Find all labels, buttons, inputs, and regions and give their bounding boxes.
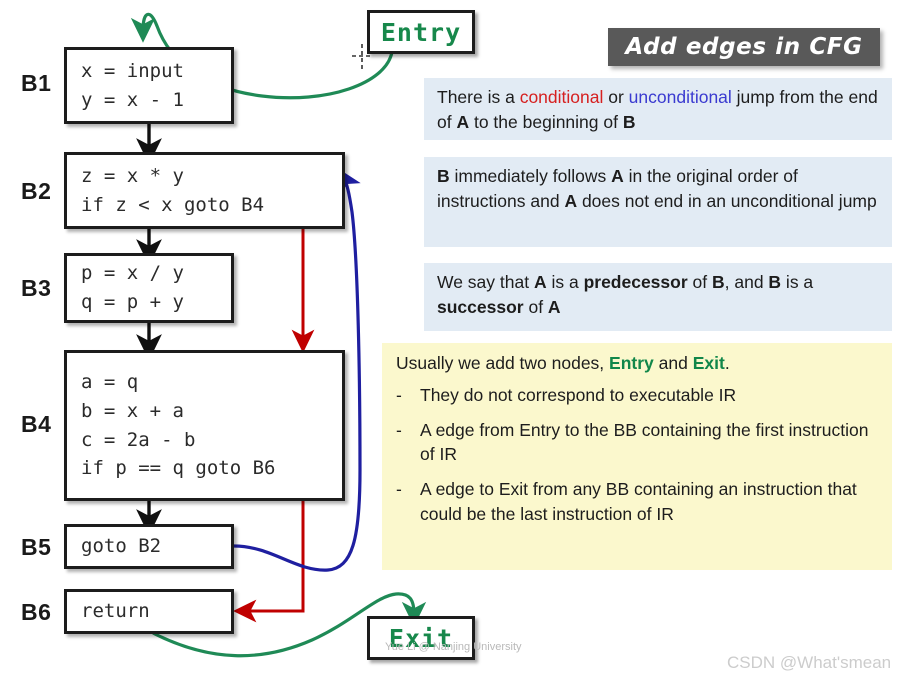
note-bullet-1-marker: -: [396, 385, 402, 405]
bb-b5-line-1: goto B2: [81, 535, 162, 558]
bb-label-b6: B6: [21, 599, 52, 625]
slide-canvas: B1 B2 B3 B4 B5 B6 x = input y = x - 1 z …: [0, 0, 902, 680]
bb-b4-line-1: a = q: [81, 370, 139, 393]
edge-b4-to-b6: [232, 500, 305, 623]
bb-b2-line-1: z = x * y: [81, 164, 184, 187]
basic-block-b1[interactable]: x = input y = x - 1: [64, 47, 234, 124]
cfg-entry-node-label: Entry: [380, 17, 462, 47]
note-bullet-2: - A edge from Entry to the BB containing…: [396, 418, 878, 466]
slide-title-bar: Add edges in CFG: [608, 28, 880, 66]
slide-title: Add edges in CFG: [625, 34, 863, 60]
bb-b4-line-3: c = 2a - b: [81, 428, 196, 451]
bb-label-b4: B4: [21, 411, 52, 437]
note-bullet-1: - They do not correspond to executable I…: [396, 383, 878, 407]
bb-b4-line-4: if p == q goto B6: [81, 457, 276, 480]
bb-b4-line-2: b = x + a: [81, 399, 184, 422]
basic-block-b4[interactable]: a = q b = x + a c = 2a - b if p == q got…: [64, 350, 345, 501]
bb-label-b3: B3: [21, 275, 52, 301]
bb-b3-line-1: p = x / y: [81, 262, 184, 285]
info-box-jump-rule: There is a conditional or unconditional …: [424, 78, 892, 140]
note-box-heading: Usually we add two nodes, Entry and Exit…: [396, 353, 730, 373]
info-box-jump-rule-text: There is a conditional or unconditional …: [437, 87, 878, 132]
info-box-fallthrough-rule-text: B immediately follows A in the original …: [437, 166, 877, 211]
basic-block-b2[interactable]: z = x * y if z < x goto B4: [64, 152, 345, 229]
note-box-entry-exit: Usually we add two nodes, Entry and Exit…: [382, 343, 892, 570]
bb-b3-line-2: q = p + y: [81, 291, 184, 313]
note-bullet-3-text: A edge to Exit from any BB containing an…: [420, 479, 857, 524]
info-box-fallthrough-rule: B immediately follows A in the original …: [424, 157, 892, 247]
note-bullet-2-marker: -: [396, 420, 402, 441]
note-bullet-3: - A edge to Exit from any BB containing …: [396, 477, 878, 525]
cfg-exit-node[interactable]: Exit: [367, 616, 475, 660]
bb-label-b1: B1: [21, 70, 52, 96]
info-box-pred-succ-rule: We say that A is a predecessor of B, and…: [424, 263, 892, 331]
basic-block-b3[interactable]: p = x / y q = p + y: [64, 253, 234, 323]
csdn-watermark: CSDN @What'smean: [727, 653, 892, 672]
bb-b1-line-1: x = input: [81, 59, 184, 82]
bb-b1-line-2: y = x - 1: [81, 88, 184, 111]
bb-b2-line-2: if z < x goto B4: [81, 193, 265, 216]
note-bullet-2-text: A edge from Entry to the BB containing t…: [420, 420, 869, 465]
note-bullet-1-text: They do not correspond to executable IR: [420, 385, 737, 405]
bb-label-b5: B5: [21, 534, 52, 560]
author-watermark: Yue Li @ Nanjing University: [385, 641, 522, 653]
note-bullet-3-marker: -: [396, 479, 402, 500]
basic-block-b6[interactable]: return: [64, 589, 234, 634]
bb-label-b2: B2: [21, 178, 52, 204]
cfg-entry-node[interactable]: Entry: [367, 10, 475, 54]
info-box-pred-succ-rule-text: We say that A is a predecessor of B, and…: [437, 272, 814, 317]
bb-b6-line-1: return: [81, 600, 150, 623]
basic-block-b5[interactable]: goto B2: [64, 524, 234, 569]
